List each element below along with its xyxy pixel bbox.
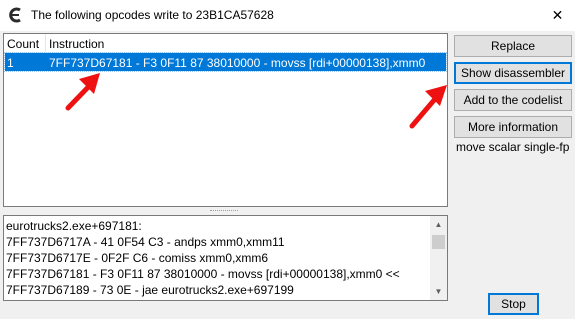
cheat-engine-logo-icon (9, 7, 21, 23)
row-count: 1 (7, 56, 14, 70)
disassembly-line: 7FF737D67181 - F3 0F11 87 38010000 - mov… (6, 267, 400, 281)
stop-button[interactable]: Stop (488, 293, 539, 315)
title-bar: The following opcodes write to 23B1CA576… (0, 0, 575, 31)
disassembly-line: 7FF737D6717E - 0F2F C6 - comiss xmm0,xmm… (6, 251, 269, 265)
list-header: Count Instruction (4, 34, 447, 53)
table-row[interactable]: 1 7FF737D67181 - F3 0F11 87 38010000 - m… (4, 52, 447, 72)
column-header-instruction[interactable]: Instruction (49, 37, 104, 51)
disassembly-line: 7FF737D67189 - 73 0E - jae eurotrucks2.e… (6, 283, 294, 297)
show-disassembler-button[interactable]: Show disassembler (454, 62, 572, 84)
window-title: The following opcodes write to 23B1CA576… (31, 8, 274, 22)
close-button[interactable]: ✕ (540, 0, 575, 31)
splitter-grip (210, 210, 238, 213)
instruction-description: move scalar single-fp (456, 140, 570, 154)
disassembly-line: 7FF737D6717A - 41 0F54 C3 - andps xmm0,x… (6, 235, 285, 249)
chevron-up-icon[interactable]: ▲ (430, 216, 447, 233)
vertical-scrollbar[interactable]: ▲ ▼ (430, 216, 447, 300)
replace-button[interactable]: Replace (454, 35, 572, 57)
disassembly-pane[interactable]: eurotrucks2.exe+697181: 7FF737D6717A - 4… (3, 215, 448, 301)
add-to-codelist-button[interactable]: Add to the codelist (454, 89, 572, 111)
row-instruction: 7FF737D67181 - F3 0F11 87 38010000 - mov… (49, 56, 426, 70)
disassembly-line: eurotrucks2.exe+697181: (6, 219, 142, 233)
column-header-count[interactable]: Count (7, 37, 39, 51)
pane-splitter[interactable] (0, 207, 450, 215)
opcode-list[interactable]: Count Instruction 1 7FF737D67181 - F3 0F… (3, 33, 448, 207)
chevron-down-icon[interactable]: ▼ (430, 283, 447, 300)
more-information-button[interactable]: More information (454, 116, 572, 138)
close-icon: ✕ (551, 7, 564, 23)
column-divider[interactable] (45, 34, 46, 51)
scrollbar-thumb[interactable] (432, 235, 445, 249)
